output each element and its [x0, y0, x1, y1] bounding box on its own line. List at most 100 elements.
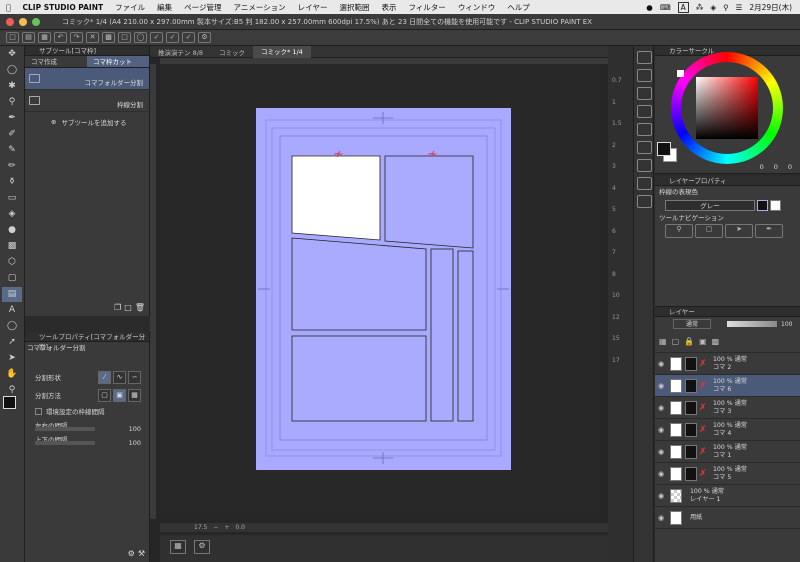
hand-tool-icon[interactable]: ✋ — [2, 367, 22, 382]
gradient-tool-icon[interactable]: ▩ — [2, 239, 22, 254]
search-icon[interactable]: ⚲ — [723, 3, 729, 12]
navigator-icon[interactable] — [637, 51, 652, 64]
move-tool-icon[interactable]: ✥ — [2, 47, 22, 62]
tab-frame-create[interactable]: コマ作成 — [25, 56, 87, 67]
lasso-tool-icon[interactable]: ◯ — [2, 63, 22, 78]
layer-row-selected[interactable]: ◉ ✗ 100 % 通常 コマ 6 — [655, 375, 800, 397]
new-subtool-icon[interactable]: □ — [124, 303, 132, 312]
keyboard-icon[interactable]: ⌨ — [660, 3, 671, 12]
visibility-eye-icon[interactable]: ◉ — [658, 448, 667, 456]
undo-icon[interactable]: ↶ — [54, 32, 67, 43]
nav-tool-4-icon[interactable]: ✒ — [755, 224, 783, 238]
text-tool-icon[interactable]: A — [2, 303, 22, 318]
layer-mask-icon[interactable]: ▣ — [699, 337, 707, 346]
eraser-icon[interactable]: ▭ — [2, 191, 22, 206]
open-icon[interactable]: ▤ — [22, 32, 35, 43]
layer-row[interactable]: ◉ ✗ 100 % 通常 コマ 5 — [655, 463, 800, 485]
menu-selection[interactable]: 選択範囲 — [333, 2, 375, 13]
visibility-eye-icon[interactable]: ◉ — [658, 426, 667, 434]
curve-split-icon[interactable]: ∽ — [128, 370, 141, 384]
opacity-value[interactable]: 100 — [781, 321, 792, 328]
menu-layer[interactable]: レイヤー — [292, 2, 334, 13]
menu-file[interactable]: ファイル — [109, 2, 151, 13]
zoom-out-icon[interactable]: − — [213, 524, 218, 531]
page-settings-icon[interactable]: ⚙ — [194, 540, 210, 554]
snap-grid-icon[interactable]: ✓ — [166, 32, 179, 43]
status-icon[interactable]: ● — [646, 3, 653, 12]
airbrush-icon[interactable]: ⚱ — [2, 175, 22, 190]
border-color-swatch-black[interactable] — [757, 199, 768, 211]
layer-row[interactable]: ◉ ✗ 100 % 通常 コマ 2 — [655, 353, 800, 375]
deselect-icon[interactable]: ◯ — [134, 32, 147, 43]
straight-split-icon[interactable]: ⁄ — [98, 370, 111, 384]
layer-row[interactable]: ◉ 100 % 通常 レイヤー 1 — [655, 485, 800, 507]
wifi-icon[interactable]: ◈ — [710, 3, 716, 12]
layer-row[interactable]: ◉ 用紙 — [655, 507, 800, 529]
wrench-icon[interactable]: ⚒ — [138, 549, 145, 558]
bluetooth-icon[interactable]: ⁂ — [696, 3, 704, 12]
delete-subtool-icon[interactable]: 🗑 — [135, 303, 145, 312]
panel-2[interactable] — [384, 155, 474, 249]
new-icon[interactable]: □ — [6, 32, 19, 43]
material-5-icon[interactable] — [637, 159, 652, 172]
menu-filter[interactable]: フィルター — [402, 2, 451, 13]
sv-square[interactable] — [696, 77, 758, 139]
minimize-window-icon[interactable] — [19, 18, 27, 26]
clear-icon[interactable]: ✕ — [86, 32, 99, 43]
add-subtool-button[interactable]: ⊕ サブツールを追加する — [25, 112, 149, 132]
visibility-eye-icon[interactable]: ◉ — [658, 404, 667, 412]
panel-5[interactable] — [457, 250, 474, 422]
ruler-tool-icon[interactable]: ▢ — [2, 271, 22, 286]
fill-tool-icon[interactable]: ● — [2, 223, 22, 238]
split-method-b-icon[interactable]: ▣ — [113, 388, 126, 402]
figure-tool-icon[interactable]: ⬡ — [2, 255, 22, 270]
comic-page[interactable]: ≁ ≁ — [256, 108, 511, 470]
control-center-icon[interactable]: ☰ — [736, 3, 743, 12]
operation-tool-icon[interactable]: ➤ — [2, 351, 22, 366]
pencil-tool-icon[interactable]: ✎ — [2, 143, 22, 158]
tab-frame-cut[interactable]: コマ枠カット — [87, 56, 149, 67]
layer-row[interactable]: ◉ ✗ 100 % 通常 コマ 4 — [655, 419, 800, 441]
zoom-tool-icon[interactable]: ⚲ — [2, 95, 22, 110]
close-window-icon[interactable] — [6, 18, 14, 26]
material-2-icon[interactable] — [637, 105, 652, 118]
split-method-a-icon[interactable]: ▢ — [98, 388, 111, 402]
menu-page[interactable]: ページ管理 — [178, 2, 227, 13]
panel-4[interactable] — [430, 248, 454, 422]
panel-1[interactable] — [291, 155, 381, 241]
mask-disabled-icon[interactable]: ✗ — [699, 447, 709, 457]
menu-edit[interactable]: 編集 — [151, 2, 178, 13]
blend-mode-select[interactable]: 通常 — [673, 319, 711, 329]
material-3-icon[interactable] — [637, 123, 652, 136]
split-method-c-icon[interactable]: ▦ — [128, 388, 141, 402]
opacity-slider[interactable] — [727, 321, 777, 327]
lock-icon[interactable]: 🔒 — [684, 337, 694, 346]
nav-tool-1-icon[interactable]: ⚲ — [665, 224, 693, 238]
apple-icon[interactable]:  — [0, 3, 17, 12]
transform-icon[interactable]: □ — [118, 32, 131, 43]
mask-disabled-icon[interactable]: ✗ — [699, 359, 709, 369]
layer-row[interactable]: ◉ ✗ 100 % 通常 コマ 1 — [655, 441, 800, 463]
visibility-eye-icon[interactable]: ◉ — [658, 360, 667, 368]
border-color-select[interactable]: グレー — [665, 199, 755, 211]
menu-view[interactable]: 表示 — [375, 2, 402, 13]
main-color-swatch[interactable] — [657, 142, 671, 156]
page-list-icon[interactable]: ▦ — [170, 540, 186, 554]
visibility-eye-icon[interactable]: ◉ — [658, 514, 667, 522]
zoom-window-icon[interactable] — [32, 18, 40, 26]
nav-tool-2-icon[interactable]: ▢ — [695, 224, 723, 238]
env-checkbox[interactable] — [35, 407, 42, 415]
menu-animation[interactable]: アニメーション — [227, 2, 291, 13]
snap-ruler-icon[interactable]: ✓ — [150, 32, 163, 43]
clip-icon[interactable]: ▦ — [659, 337, 667, 346]
v-gap-slider[interactable] — [35, 441, 95, 445]
border-color-swatch-white[interactable] — [770, 199, 781, 211]
ref-layer-icon[interactable]: ▢ — [672, 337, 680, 346]
menu-window[interactable]: ウィンドウ — [452, 2, 502, 13]
tab-doc-1[interactable]: 推演演テン 8/8 — [150, 47, 211, 57]
magic-wand-icon[interactable]: ✱ — [2, 79, 22, 94]
copy-subtool-icon[interactable]: ❐ — [114, 303, 121, 312]
fill-icon[interactable]: ▩ — [102, 32, 115, 43]
panel-6[interactable] — [291, 335, 427, 422]
menu-help[interactable]: ヘルプ — [501, 2, 536, 13]
